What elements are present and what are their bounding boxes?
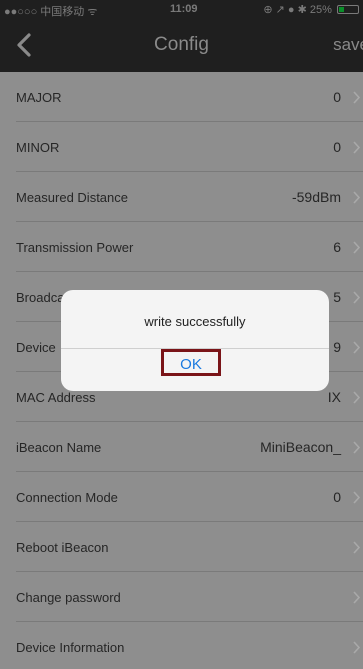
ok-label: OK xyxy=(180,356,202,373)
row-label: Change password xyxy=(16,590,121,605)
chevron-right-icon xyxy=(353,291,361,304)
chevron-right-icon xyxy=(353,491,361,504)
page-title: Config xyxy=(154,34,209,55)
chevron-right-icon xyxy=(353,141,361,154)
row-value: 0 xyxy=(333,89,341,105)
row-value: IX xyxy=(327,389,341,405)
row-label: Transmission Power xyxy=(16,240,134,255)
config-row[interactable]: Transmission Power 6 xyxy=(0,222,363,272)
row-label: Device xyxy=(16,340,56,355)
alert-message: write successfully xyxy=(144,314,246,329)
chevron-right-icon xyxy=(353,91,361,104)
row-value: 0 xyxy=(333,139,341,155)
alert-dialog: write successfully OK xyxy=(61,290,329,391)
config-row[interactable]: MAJOR 0 xyxy=(0,72,363,122)
ok-highlight-box: OK xyxy=(161,349,221,376)
battery-icon xyxy=(337,5,359,14)
chevron-right-icon xyxy=(353,241,361,254)
row-label: Broadca xyxy=(16,290,65,305)
row-label: MINOR xyxy=(16,140,60,155)
ok-button[interactable]: OK xyxy=(161,348,229,391)
config-row[interactable]: Connection Mode 0 xyxy=(0,472,363,522)
carrier-label: ●●○○○ 中国移动 ᯤ xyxy=(4,6,98,18)
chevron-right-icon xyxy=(353,591,361,604)
config-row[interactable]: iBeacon Name MiniBeacon_ xyxy=(0,422,363,472)
battery-fill xyxy=(339,7,344,12)
config-screen: ●●○○○ 中国移动 ᯤ 11:09 ⊕ ↗ ● ✱ 25% Config sa… xyxy=(0,0,363,669)
config-row[interactable]: Change password xyxy=(0,572,363,622)
row-label: Device Information xyxy=(16,640,125,655)
row-label: MAJOR xyxy=(16,90,62,105)
status-icons: ⊕ ↗ ● ✱ 25% xyxy=(263,4,332,16)
row-label: iBeacon Name xyxy=(16,440,102,455)
save-button[interactable]: save xyxy=(333,35,363,55)
chevron-right-icon xyxy=(353,441,361,454)
row-value: 5 xyxy=(333,289,341,305)
row-value: 9 xyxy=(333,339,341,355)
config-row[interactable]: MINOR 0 xyxy=(0,122,363,172)
status-indicators: ⊕ ↗ ● ✱ 25% xyxy=(263,3,359,16)
chevron-right-icon xyxy=(353,191,361,204)
status-time: 11:09 xyxy=(170,3,198,15)
row-label: Reboot iBeacon xyxy=(16,540,109,555)
row-value: -59dBm xyxy=(291,189,341,205)
config-row[interactable]: Reboot iBeacon xyxy=(0,522,363,572)
row-label: Connection Mode xyxy=(16,490,118,505)
status-bar: ●●○○○ 中国移动 ᯤ 11:09 ⊕ ↗ ● ✱ 25% xyxy=(0,0,363,20)
config-row[interactable]: Measured Distance -59dBm xyxy=(0,172,363,222)
chevron-right-icon xyxy=(353,341,361,354)
row-value: 0 xyxy=(333,489,341,505)
nav-bar: Config save xyxy=(0,20,363,72)
row-value: MiniBeacon_ xyxy=(260,439,341,455)
row-label: MAC Address xyxy=(16,390,96,405)
chevron-right-icon xyxy=(353,541,361,554)
config-row[interactable]: Device Information xyxy=(0,622,363,669)
row-label: Measured Distance xyxy=(16,190,128,205)
chevron-right-icon xyxy=(353,391,361,404)
chevron-right-icon xyxy=(353,641,361,654)
row-value: 6 xyxy=(333,239,341,255)
